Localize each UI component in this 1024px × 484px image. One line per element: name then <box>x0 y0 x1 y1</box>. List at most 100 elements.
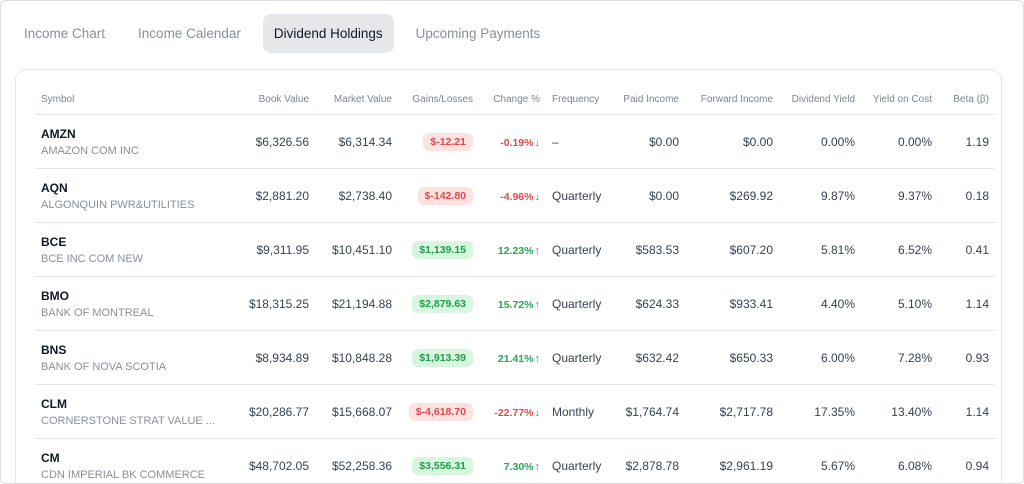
paid-income: $0.00 <box>613 168 685 223</box>
yield-on-cost: 5.10% <box>861 276 938 331</box>
beta: 1.14 <box>938 384 995 439</box>
col-header-beta[interactable]: Beta (β) <box>938 84 995 115</box>
frequency: Monthly <box>546 384 613 439</box>
symbol-cell: BCE BCE INC COM NEW <box>35 222 238 277</box>
table-row[interactable]: AQN ALGONQUIN PWR&UTILITIES $2,881.20 $2,73… <box>35 168 995 223</box>
symbol-cell: CLM CORNERSTONE STRAT VALUE ... <box>35 384 238 439</box>
dividend-yield: 0.00% <box>779 114 861 169</box>
col-header-symbol[interactable]: Symbol <box>35 84 238 115</box>
table-row[interactable]: BNS BANK OF NOVA SCOTIA $8,934.89 $10,848.2… <box>35 330 995 385</box>
table-row[interactable]: CLM CORNERSTONE STRAT VALUE ... $20,286.77… <box>35 384 995 439</box>
gains-losses-cell: $3,556.31 <box>398 438 479 483</box>
gain-loss-badge: $-4,618.70 <box>408 402 473 421</box>
market-value: $2,738.40 <box>315 168 398 223</box>
forward-income: $269.92 <box>685 168 779 223</box>
ticker-symbol[interactable]: BCE <box>41 235 232 249</box>
ticker-symbol[interactable]: BMO <box>41 289 232 303</box>
paid-income: $632.42 <box>613 330 685 385</box>
change-cell: 12.23%↑ <box>479 222 546 277</box>
table-body: AMZN AMAZON COM INC $6,326.56 $6,314.34 $-12… <box>35 114 995 483</box>
beta: 1.14 <box>938 276 995 331</box>
arrow-up-icon: ↑ <box>534 298 541 311</box>
col-header-frequency[interactable]: Frequency <box>546 84 613 115</box>
change-percent: 7.30%↑ <box>504 461 540 473</box>
yield-on-cost: 9.37% <box>861 168 938 223</box>
col-header-change-pct[interactable]: Change % <box>479 84 546 115</box>
change-cell: -22.77%↓ <box>479 384 546 439</box>
paid-income: $0.00 <box>613 114 685 169</box>
book-value: $18,315.25 <box>238 276 315 331</box>
ticker-symbol[interactable]: CM <box>41 451 232 465</box>
company-name: CDN IMPERIAL BK COMMERCE <box>41 468 206 481</box>
table-row[interactable]: AMZN AMAZON COM INC $6,326.56 $6,314.34 $-12… <box>35 114 995 169</box>
change-value: -0.19% <box>500 136 534 149</box>
gain-loss-badge: $3,556.31 <box>412 456 473 475</box>
ticker-symbol[interactable]: AQN <box>41 181 232 195</box>
paid-income: $2,878.78 <box>613 438 685 483</box>
change-percent: 21.41%↑ <box>498 353 540 365</box>
frequency: Quarterly <box>546 168 613 223</box>
book-value: $9,311.95 <box>238 222 315 277</box>
col-header-forward-income[interactable]: Forward Income <box>685 84 779 115</box>
holdings-table: Symbol Book Value Market Value Gains/Los… <box>35 84 995 483</box>
market-value: $6,314.34 <box>315 114 398 169</box>
change-percent: -22.77%↓ <box>494 407 540 419</box>
change-value: -4.96% <box>500 190 534 203</box>
arrow-down-icon: ↓ <box>534 406 541 419</box>
yield-on-cost: 7.28% <box>861 330 938 385</box>
gain-loss-badge: $1,913.39 <box>412 348 473 367</box>
col-header-gains-losses[interactable]: Gains/Losses <box>398 84 479 115</box>
yield-on-cost: 6.08% <box>861 438 938 483</box>
dividend-yield: 4.40% <box>779 276 861 331</box>
forward-income: $2,717.78 <box>685 384 779 439</box>
dividend-yield: 17.35% <box>779 384 861 439</box>
beta: 1.19 <box>938 114 995 169</box>
tab-upcoming-payments[interactable]: Upcoming Payments <box>405 14 552 53</box>
company-name: BANK OF MONTREAL <box>41 306 154 319</box>
ticker-symbol[interactable]: CLM <box>41 397 232 411</box>
ticker-symbol[interactable]: AMZN <box>41 127 232 141</box>
col-header-dividend-yield[interactable]: Dividend Yield <box>779 84 861 115</box>
change-cell: -4.96%↓ <box>479 168 546 223</box>
change-value: 12.23% <box>497 244 534 257</box>
frequency: Quarterly <box>546 222 613 277</box>
beta: 0.18 <box>938 168 995 223</box>
tab-income-chart[interactable]: Income Chart <box>13 14 116 53</box>
change-value: 15.72% <box>497 298 534 311</box>
arrow-up-icon: ↑ <box>534 460 541 473</box>
gains-losses-cell: $-12.21 <box>398 114 479 169</box>
ticker-symbol[interactable]: BNS <box>41 343 232 357</box>
col-header-yield-on-cost[interactable]: Yield on Cost <box>861 84 938 115</box>
tab-income-calendar[interactable]: Income Calendar <box>127 14 252 53</box>
frequency: Quarterly <box>546 330 613 385</box>
arrow-down-icon: ↓ <box>534 136 541 149</box>
holdings-card: Symbol Book Value Market Value Gains/Los… <box>15 69 1002 483</box>
paid-income: $1,764.74 <box>613 384 685 439</box>
table-row[interactable]: CM CDN IMPERIAL BK COMMERCE $48,702.05 $52,… <box>35 438 995 483</box>
table-row[interactable]: BCE BCE INC COM NEW $9,311.95 $10,451.10 $1,… <box>35 222 995 277</box>
beta: 0.93 <box>938 330 995 385</box>
market-value: $10,451.10 <box>315 222 398 277</box>
table-row[interactable]: BMO BANK OF MONTREAL $18,315.25 $21,194.88 $… <box>35 276 995 331</box>
dividend-yield: 9.87% <box>779 168 861 223</box>
change-cell: -0.19%↓ <box>479 114 546 169</box>
dividend-yield: 5.81% <box>779 222 861 277</box>
dividend-yield: 5.67% <box>779 438 861 483</box>
beta: 0.41 <box>938 222 995 277</box>
tab-dividend-holdings[interactable]: Dividend Holdings <box>262 14 394 53</box>
change-value: -22.77% <box>494 406 534 419</box>
change-cell: 7.30%↑ <box>479 438 546 483</box>
company-name: BANK OF NOVA SCOTIA <box>41 360 167 373</box>
change-value: 7.30% <box>503 460 534 473</box>
change-percent: 15.72%↑ <box>498 299 540 311</box>
col-header-paid-income[interactable]: Paid Income <box>613 84 685 115</box>
beta: 0.94 <box>938 438 995 483</box>
market-value: $10,848.28 <box>315 330 398 385</box>
paid-income: $624.33 <box>613 276 685 331</box>
frequency: Quarterly <box>546 276 613 331</box>
market-value: $52,258.36 <box>315 438 398 483</box>
forward-income: $650.33 <box>685 330 779 385</box>
col-header-market-value[interactable]: Market Value <box>315 84 398 115</box>
col-header-book-value[interactable]: Book Value <box>238 84 315 115</box>
gains-losses-cell: $1,913.39 <box>398 330 479 385</box>
